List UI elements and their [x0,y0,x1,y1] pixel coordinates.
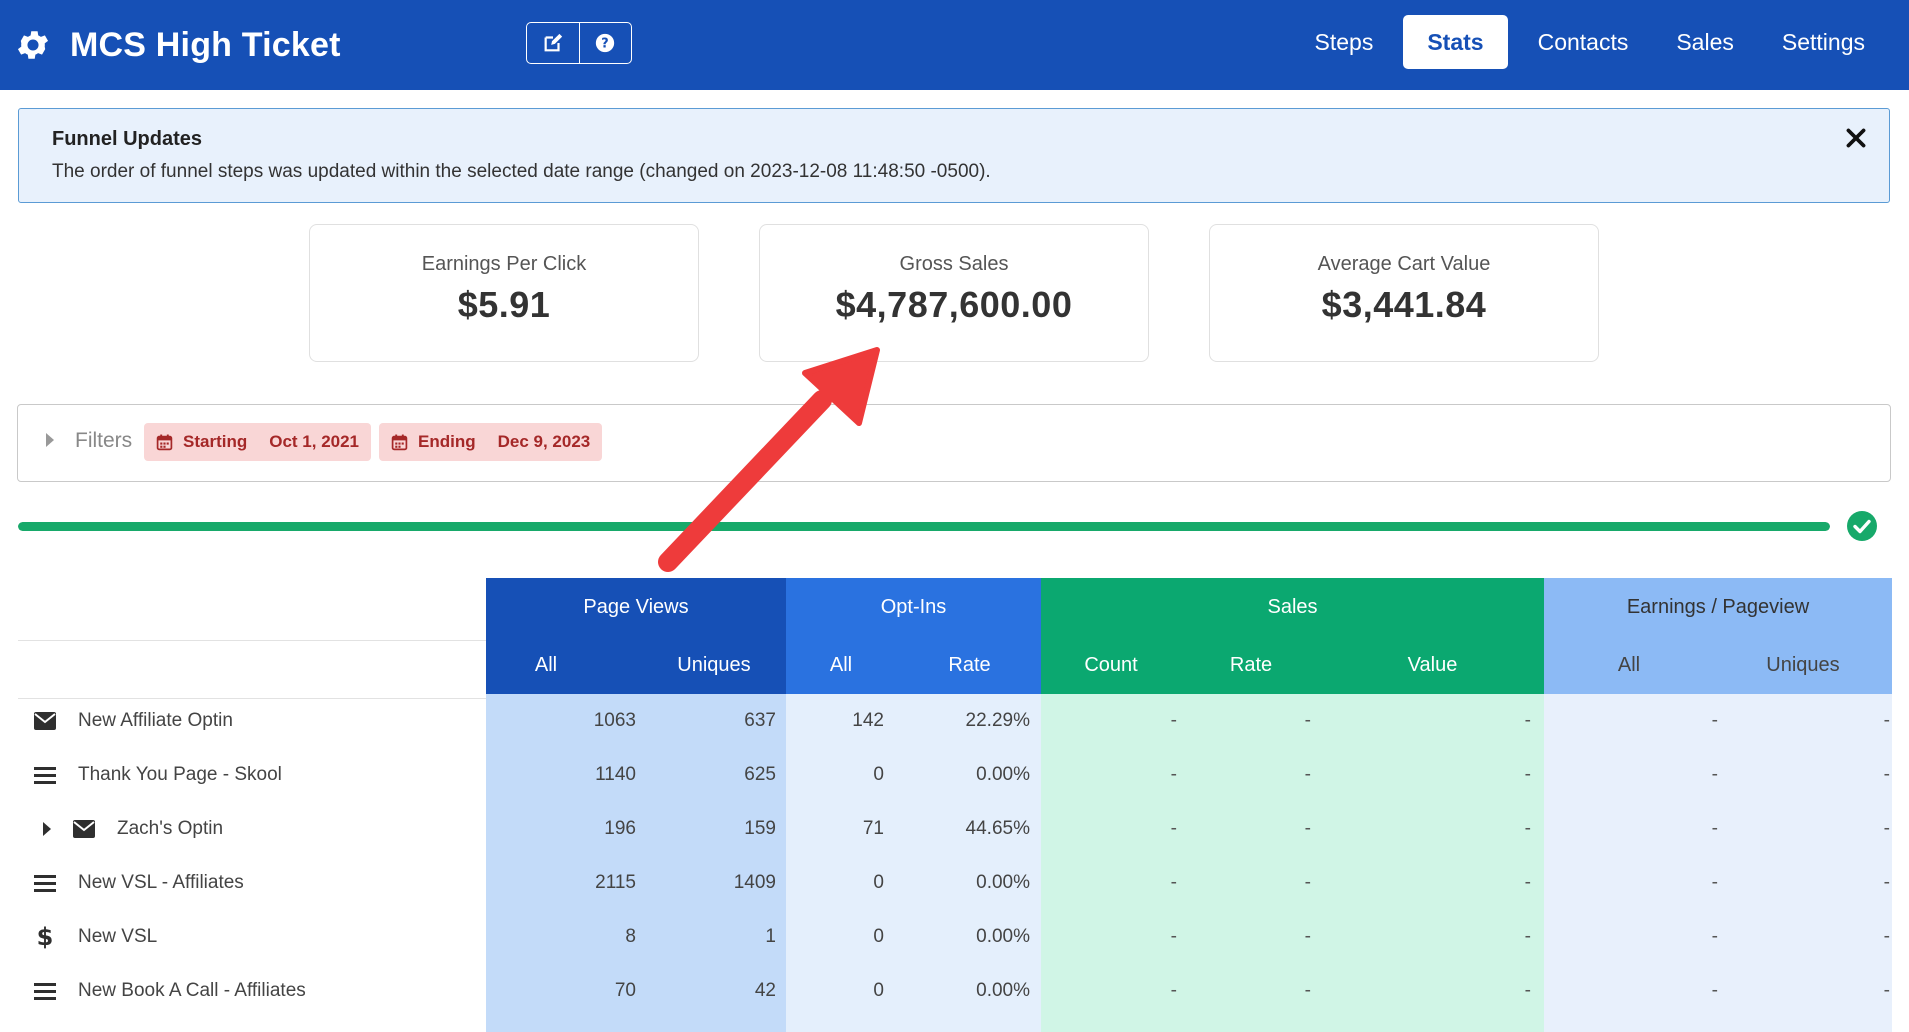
annotation-arrow [658,347,880,572]
